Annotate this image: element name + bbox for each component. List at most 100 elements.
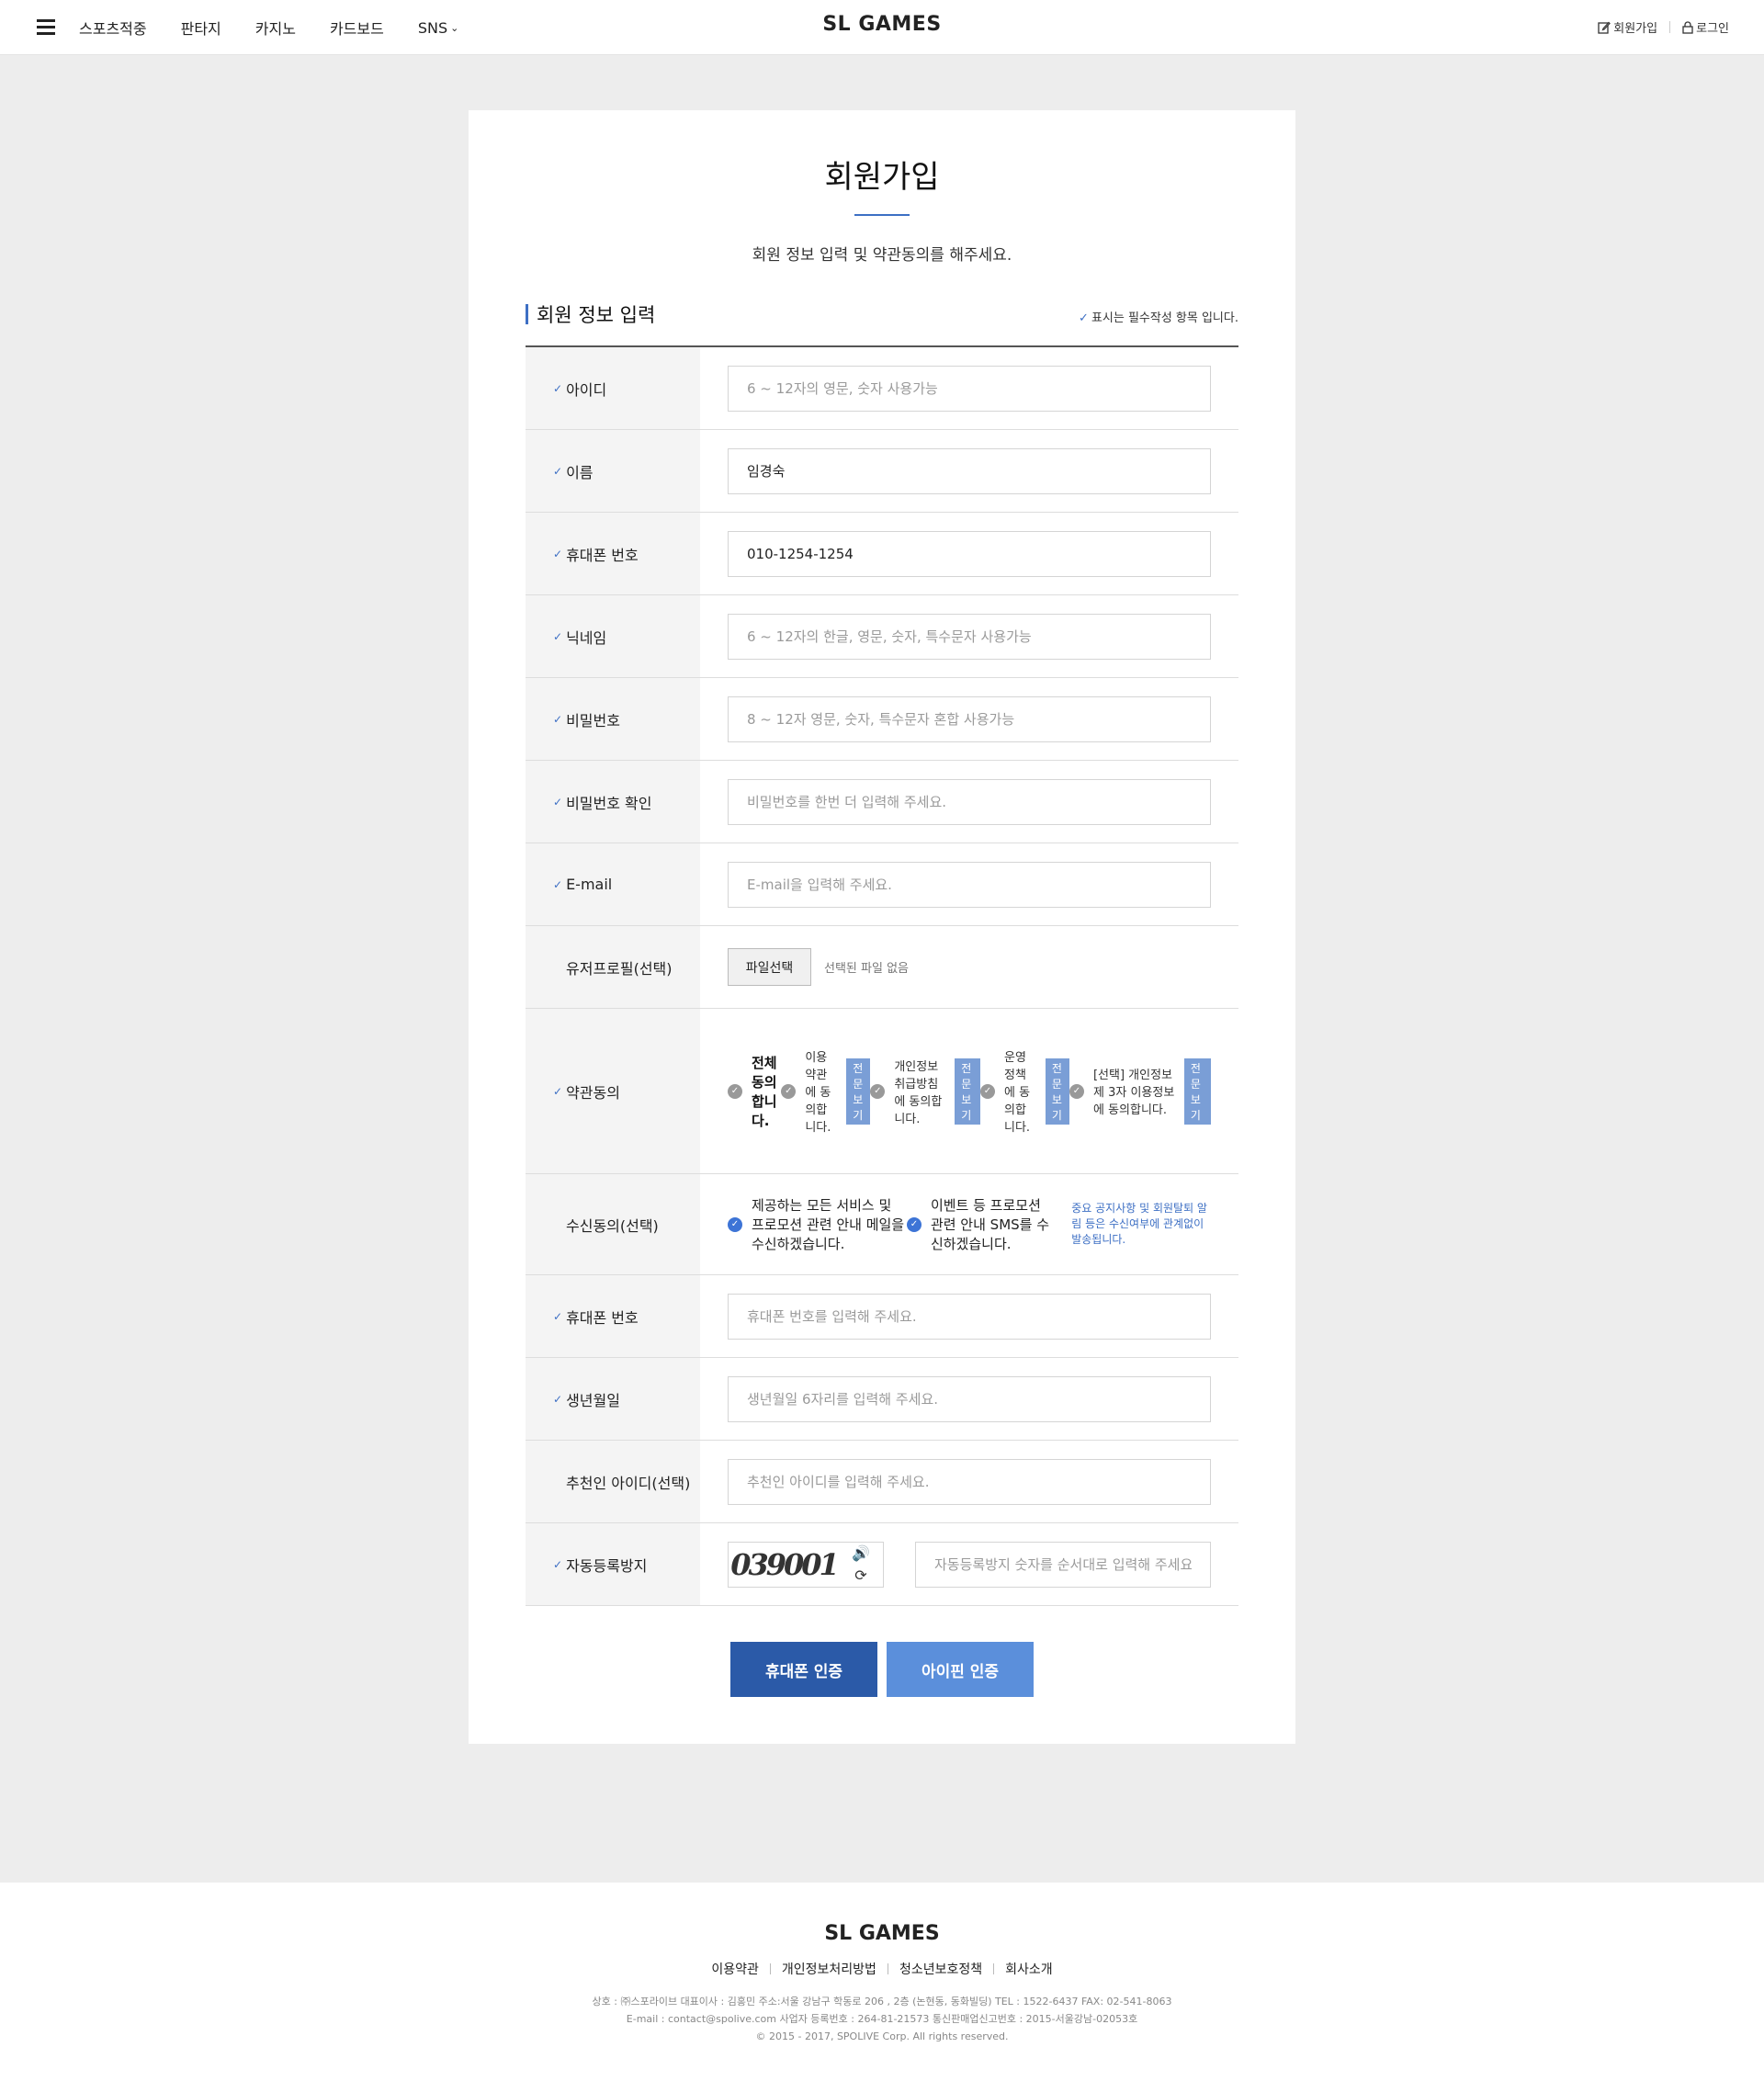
row-referrer: 추천인 아이디(선택) [526, 1441, 1238, 1523]
title-underline [854, 214, 910, 216]
check-icon: ✓ [553, 381, 563, 395]
header-divider [1669, 21, 1671, 33]
checkbox-receive-email[interactable]: ✓ [728, 1216, 742, 1232]
row-captcha: ✓ 자동등록방지 039001 🔊 ⟳ [526, 1523, 1238, 1606]
captcha-box: 039001 🔊 ⟳ [728, 1541, 884, 1588]
ipin-auth-button[interactable]: 아이핀 인증 [887, 1642, 1034, 1697]
referrer-input[interactable] [728, 1458, 1211, 1505]
phone2-input[interactable] [728, 1293, 1211, 1340]
footer-logo: SL GAMES [824, 1922, 940, 1945]
login-label: 로그인 [1696, 22, 1729, 36]
label-birth: ✓ 생년월일 [526, 1358, 700, 1440]
view-full-button[interactable]: 전문보기 [846, 1057, 871, 1125]
nav-item-cardboard[interactable]: 카드보드 [330, 17, 384, 39]
check-icon: ✓ [553, 1557, 563, 1571]
signup-form: ✓아이디 ✓이름 ✓휴대폰 번호 ✓닉네임 ✓비밀번호 ✓비밀번호 확인 ✓E-… [526, 345, 1238, 1606]
view-full-button[interactable]: 전문보기 [1045, 1057, 1069, 1125]
terms-item: ✓ [선택] 개인정보 제 3자 이용정보에 동의합니다. 전문보기 [1069, 1057, 1212, 1125]
label-password-confirm: ✓ 비밀번호 확인 [526, 761, 700, 843]
nav-item-sns-label: SNS [417, 18, 448, 37]
label-password-text: 비밀번호 [566, 711, 620, 729]
email-input[interactable] [728, 861, 1211, 908]
chevron-down-icon: ⌄ [450, 21, 459, 34]
nickname-input[interactable] [728, 613, 1211, 660]
label-receive: 수신동의(선택) [526, 1174, 700, 1274]
birth-input[interactable] [728, 1375, 1211, 1422]
label-captcha: ✓ 자동등록방지 [526, 1523, 700, 1605]
nav-item-casino[interactable]: 카지노 [255, 17, 296, 39]
label-nickname: ✓ 닉네임 [526, 595, 700, 677]
password-confirm-input[interactable] [728, 778, 1211, 825]
label-id-text: 아이디 [566, 380, 607, 399]
receive-email: ✓ 제공하는 모든 서비스 및 프로모션 관련 안내 메일을 수신하겠습니다. [728, 1197, 907, 1252]
required-note-text: 표시는 필수작성 항목 입니다. [1091, 311, 1238, 325]
check-icon: ✓ [553, 1309, 563, 1323]
section-title: 회원 정보 입력 [537, 304, 656, 326]
check-icon: ✓ [553, 1084, 563, 1098]
view-full-button[interactable]: 전문보기 [1183, 1057, 1212, 1125]
checkbox-policy[interactable]: ✓ [980, 1083, 995, 1099]
login-link[interactable]: 로그인 [1682, 18, 1729, 36]
label-email-text: E-mail [566, 876, 613, 893]
terms-item: ✓ 운영정책에 동의합니다. 전문보기 [980, 1051, 1069, 1135]
checkbox-all[interactable]: ✓ [728, 1083, 742, 1099]
row-receive: 수신동의(선택) ✓ 제공하는 모든 서비스 및 프로모션 관련 안내 메일을 수… [526, 1174, 1238, 1275]
password-input[interactable] [728, 696, 1211, 742]
row-password-confirm: ✓ 비밀번호 확인 [526, 761, 1238, 843]
label-phone2: ✓ 휴대폰 번호 [526, 1275, 700, 1357]
nav-item-sports[interactable]: 스포츠적중 [79, 17, 147, 39]
footer-divider [769, 1963, 771, 1974]
label-password: ✓ 비밀번호 [526, 678, 700, 760]
phone-input[interactable] [728, 530, 1211, 577]
footer-info-line: E-mail : contact@spolive.com 사업자 등록번호 : … [626, 2013, 1138, 2025]
check-icon: ✓ [553, 1392, 563, 1406]
footer-info-line: 상호 : ㈜스포라이브 대표이사 : 김홍민 주소:서울 강남구 학동로 206… [592, 1996, 1172, 2007]
edit-icon [1598, 21, 1611, 34]
label-phone-text: 휴대폰 번호 [566, 546, 639, 564]
checkbox-third-party[interactable]: ✓ [1069, 1083, 1084, 1099]
terms-all-text: 전체 동의합니다. [752, 1054, 777, 1129]
speaker-icon[interactable]: 🔊 [852, 1544, 870, 1562]
view-full-button[interactable]: 전문보기 [955, 1057, 980, 1125]
footer-info: 상호 : ㈜스포라이브 대표이사 : 김홍민 주소:서울 강남구 학동로 206… [0, 1993, 1764, 2045]
captcha-input[interactable] [915, 1541, 1211, 1588]
signup-card: 회원가입 회원 정보 입력 및 약관동의를 해주세요. 회원 정보 입력 ✓ 표시… [469, 110, 1295, 1744]
footer-link-youth[interactable]: 청소년보호정책 [899, 1960, 982, 1978]
check-icon: ✓ [553, 629, 563, 643]
footer-link-about[interactable]: 회사소개 [1005, 1960, 1053, 1978]
refresh-icon[interactable]: ⟳ [854, 1566, 866, 1584]
section-accent-bar [526, 304, 528, 324]
footer-link-privacy[interactable]: 개인정보처리방법 [782, 1960, 876, 1978]
page-subtitle: 회원 정보 입력 및 약관동의를 해주세요. [752, 246, 1012, 265]
file-select-button[interactable]: 파일선택 [728, 948, 811, 986]
checkbox-terms-use[interactable]: ✓ [781, 1083, 797, 1099]
check-icon: ✓ [553, 464, 563, 478]
id-input[interactable] [728, 365, 1211, 412]
signup-link[interactable]: 회원가입 [1598, 18, 1657, 36]
footer-divider [993, 1963, 995, 1974]
row-terms: ✓ 약관동의 ✓ 전체 동의합니다. ✓ 이용약관에 동의합니다. 전문보기 ✓ 개인정보… [526, 1009, 1238, 1174]
row-email: ✓ E-mail [526, 843, 1238, 926]
label-password-confirm-text: 비밀번호 확인 [566, 794, 652, 812]
checkbox-privacy[interactable]: ✓ [870, 1083, 886, 1099]
nav-item-fantasy[interactable]: 판타지 [181, 17, 221, 39]
label-nickname-text: 닉네임 [566, 628, 607, 647]
lock-icon [1682, 20, 1693, 34]
name-input[interactable] [728, 447, 1211, 494]
label-terms-text: 약관동의 [566, 1083, 620, 1102]
check-icon: ✓ [553, 877, 563, 891]
receive-sms: ✓ 이벤트 등 프로모션 관련 안내 SMS를 수신하겠습니다. [906, 1197, 1051, 1252]
menu-icon[interactable] [37, 19, 55, 35]
required-note: ✓ 표시는 필수작성 항목 입니다. [1079, 308, 1238, 325]
footer-info-line: © 2015 - 2017, SPOLIVE Corp. All rights … [755, 2030, 1009, 2042]
row-birth: ✓ 생년월일 [526, 1358, 1238, 1441]
terms-item: ✓ 개인정보 취급방침에 동의합니다. 전문보기 [870, 1057, 980, 1126]
phone-auth-button[interactable]: 휴대폰 인증 [730, 1642, 877, 1697]
site-logo[interactable]: SL GAMES [822, 13, 941, 36]
nav-item-sns[interactable]: SNS ⌄ [418, 19, 459, 37]
receive-email-text: 제공하는 모든 서비스 및 프로모션 관련 안내 메일을 수신하겠습니다. [752, 1197, 905, 1252]
row-profile: 유저프로필(선택) 파일선택 선택된 파일 없음 [526, 926, 1238, 1009]
footer-link-terms[interactable]: 이용약관 [711, 1960, 759, 1978]
terms-item-text: 이용약관에 동의합니다. [805, 1051, 831, 1135]
checkbox-receive-sms[interactable]: ✓ [906, 1216, 922, 1232]
